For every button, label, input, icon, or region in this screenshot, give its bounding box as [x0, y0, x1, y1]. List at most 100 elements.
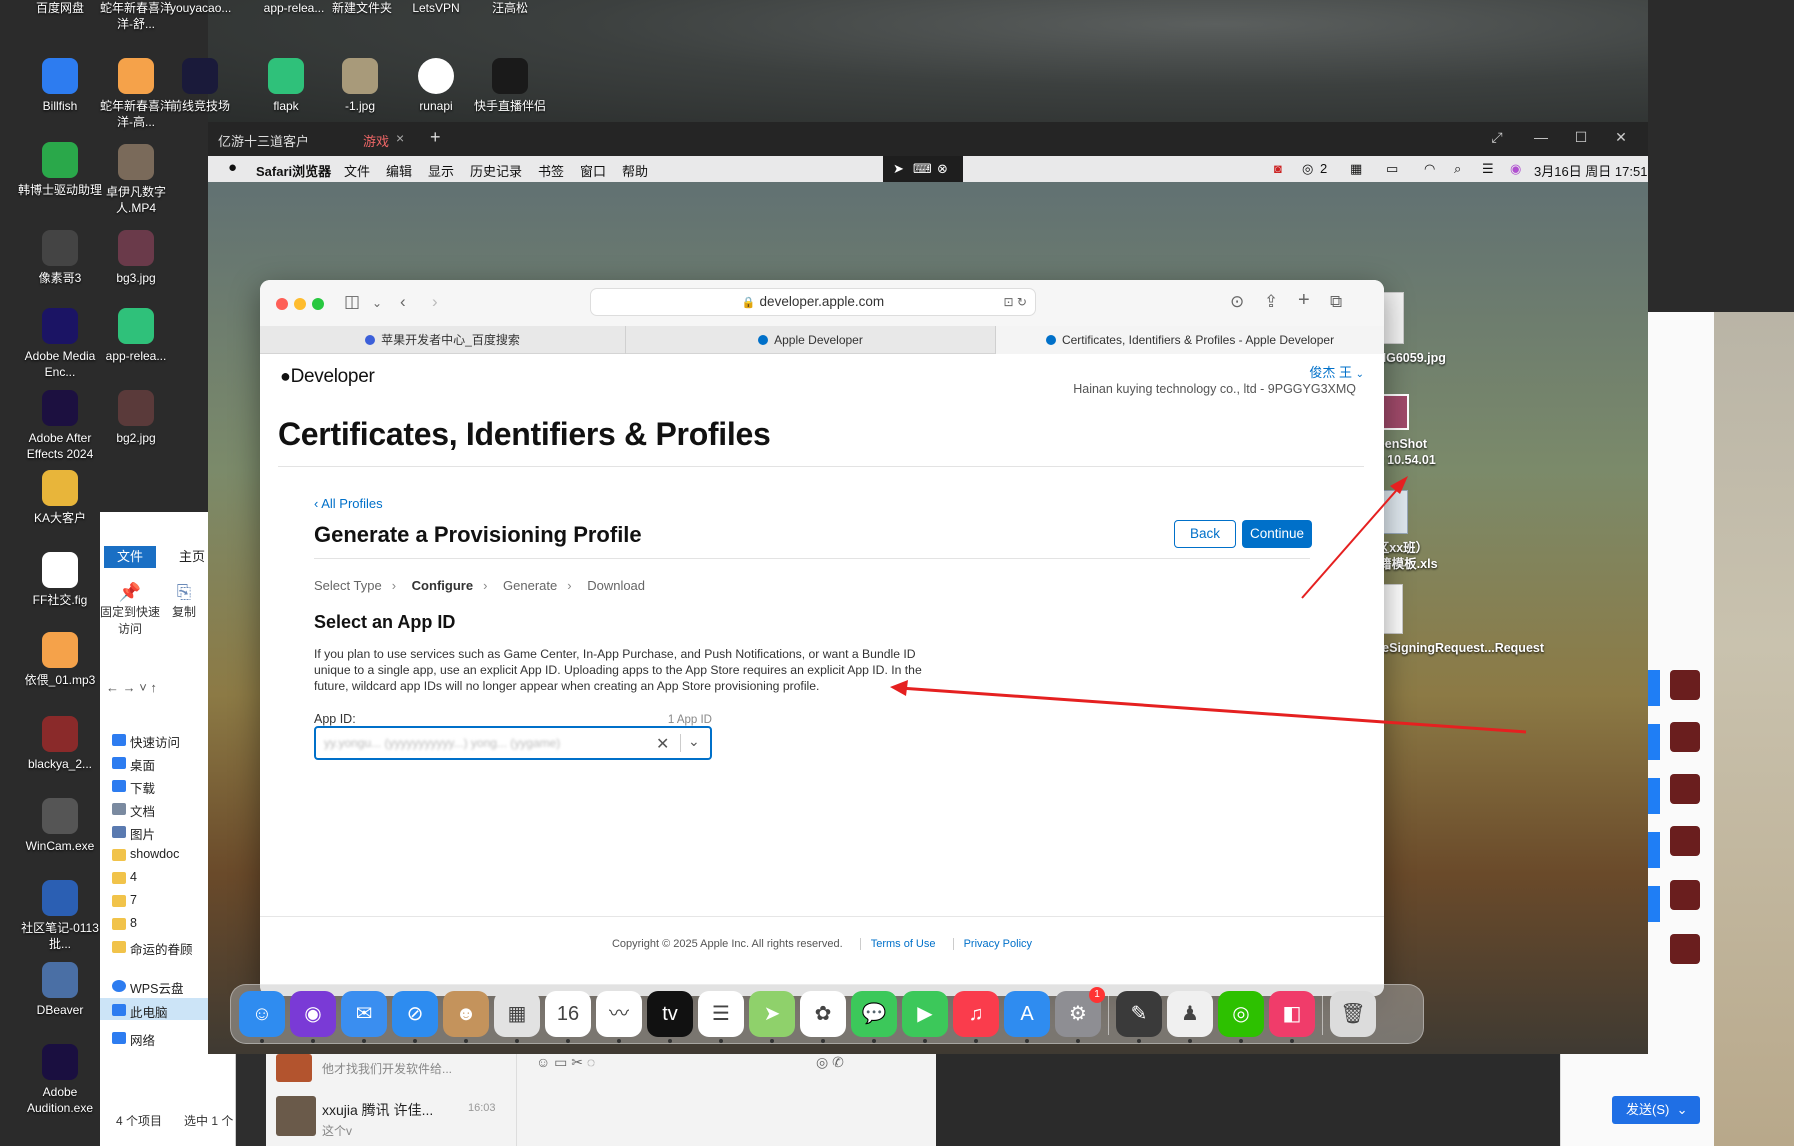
avatar[interactable]: [276, 1096, 316, 1136]
dock-facetime-icon[interactable]: ▶: [902, 991, 948, 1037]
dock-maps-icon[interactable]: ➤: [749, 991, 795, 1037]
desktop-icon[interactable]: -1.jpg: [318, 58, 402, 114]
dock-calendar-icon[interactable]: 16: [545, 991, 591, 1037]
nav-pictures[interactable]: 图片: [130, 824, 155, 843]
address-bar[interactable]: 🔒 developer.apple.com ⊡ ↻: [590, 288, 1036, 316]
dock-finder-icon[interactable]: ☺: [239, 991, 285, 1037]
continue-button[interactable]: Continue: [1242, 520, 1312, 548]
translate-reload-icons[interactable]: ⊡ ↻: [1004, 289, 1027, 315]
nav-folder[interactable]: showdoc: [130, 847, 179, 861]
tab-certificates[interactable]: Certificates, Identifiers & Profiles - A…: [996, 326, 1384, 354]
download-icon[interactable]: ⊙: [1230, 292, 1244, 312]
keyboard-icon[interactable]: ⌨: [913, 161, 932, 177]
avatar[interactable]: [276, 1054, 312, 1082]
keyboard-icon[interactable]: ▦: [1350, 161, 1362, 177]
avatar[interactable]: [1670, 774, 1700, 804]
desktop-icon[interactable]: Billfish: [18, 58, 102, 114]
desktop-icon[interactable]: 汪高松: [468, 0, 552, 16]
nav-wps-cloud[interactable]: WPS云盘: [130, 978, 183, 997]
chevron-down-icon[interactable]: ⌄: [1673, 1102, 1688, 1117]
desktop-icon[interactable]: 快手直播伴侣: [468, 58, 552, 114]
dock-trash-icon[interactable]: 🗑: [1330, 991, 1376, 1037]
tab-apple-developer[interactable]: Apple Developer: [626, 326, 996, 354]
desktop-icon[interactable]: bg2.jpg: [94, 390, 178, 446]
desktop-icon[interactable]: KA大客户: [18, 470, 102, 526]
menu-item[interactable]: 历史记录: [470, 161, 522, 180]
sidebar-icon[interactable]: ◫: [344, 292, 360, 312]
contact-name[interactable]: xxujia 腾讯 许佳...: [322, 1100, 433, 1120]
dock-siri-icon[interactable]: ◉: [290, 991, 336, 1037]
cursor-icon[interactable]: ➤: [893, 161, 904, 177]
menu-item[interactable]: 编辑: [386, 161, 412, 180]
dock-wechat-icon[interactable]: ◎: [1218, 991, 1264, 1037]
close-icon[interactable]: ×: [396, 130, 404, 146]
desktop-icon[interactable]: WinCam.exe: [18, 798, 102, 854]
desktop-icon[interactable]: 卓伊凡数字人.MP4: [94, 144, 178, 216]
dock-appletv-icon[interactable]: tv: [647, 991, 693, 1037]
call-icon[interactable]: ◎ ✆: [816, 1054, 844, 1071]
all-profiles-link[interactable]: ‹ All Profiles: [314, 496, 383, 511]
copy-button[interactable]: ⎘ 复制: [164, 582, 204, 620]
minimize-icon[interactable]: —: [1530, 129, 1552, 145]
chevron-down-icon[interactable]: ⌄: [688, 733, 700, 750]
dock-tuxedo-icon[interactable]: ♟: [1167, 991, 1213, 1037]
desktop-icon[interactable]: 韩博士驱动助理: [18, 142, 102, 198]
wechat-status-icon[interactable]: ◎: [1302, 161, 1313, 177]
user-menu[interactable]: 俊杰 王 ⌄: [1309, 362, 1364, 381]
back-arrow-icon[interactable]: ‹: [400, 292, 406, 312]
dock-freeform-icon[interactable]: 〰: [596, 991, 642, 1037]
clear-icon[interactable]: ✕: [656, 734, 669, 754]
tab-overview-icon[interactable]: ⧉: [1330, 292, 1342, 312]
nav-downloads[interactable]: 下载: [130, 778, 155, 797]
menubar-datetime[interactable]: 3月16日 周日 17:51: [1534, 161, 1647, 180]
avatar[interactable]: [1670, 934, 1700, 964]
tab-baidu-search[interactable]: 苹果开发者中心_百度搜索: [260, 326, 626, 354]
desktop-icon[interactable]: 像素哥3: [18, 230, 102, 286]
avatar[interactable]: [1670, 880, 1700, 910]
desktop-icon[interactable]: blackya_2...: [18, 716, 102, 772]
desktop-icon[interactable]: 蛇年新春喜洋洋-高...: [94, 58, 178, 130]
desktop-icon[interactable]: 蛇年新春喜洋洋-舒...: [94, 0, 178, 32]
share-icon[interactable]: ⇪: [1264, 292, 1278, 312]
apple-menu-icon[interactable]: ●: [228, 159, 237, 176]
desktop-icon[interactable]: FF社交.fig: [18, 552, 102, 608]
nav-documents[interactable]: 文档: [130, 801, 155, 820]
wifi-icon[interactable]: ◠: [1424, 161, 1435, 177]
nav-desktop[interactable]: 桌面: [130, 755, 155, 774]
menu-item[interactable]: 文件: [344, 161, 370, 180]
vm-title[interactable]: 亿游十三道客户: [218, 131, 309, 150]
emoji-icon[interactable]: ☺ ▭ ✂ ◌: [536, 1054, 595, 1071]
close-icon[interactable]: ⊗: [937, 161, 948, 177]
nav-quick-access[interactable]: 快速访问: [130, 732, 180, 751]
dock-photos-icon[interactable]: ✿: [800, 991, 846, 1037]
nav-this-pc[interactable]: 此电脑: [130, 1002, 168, 1021]
search-icon[interactable]: ⌕: [1454, 161, 1461, 177]
app-status-icon[interactable]: ◙: [1274, 161, 1282, 176]
desktop-icon[interactable]: youyacao...: [170, 0, 231, 16]
desktop-icon[interactable]: 新建文件夹: [320, 0, 404, 16]
desktop-icon[interactable]: Adobe Media Enc...: [18, 308, 102, 380]
chevron-down-icon[interactable]: ⌄: [372, 296, 382, 310]
new-tab-icon[interactable]: +: [1298, 289, 1310, 312]
app-id-select[interactable]: yy.yongu... (yyyyyyyyyyy...) yong... (yy…: [314, 726, 712, 760]
vm-tab-game[interactable]: 游戏: [363, 131, 389, 150]
dock-appstore-icon[interactable]: A: [1004, 991, 1050, 1037]
control-center-icon[interactable]: ☰: [1482, 161, 1494, 177]
dock-messages-icon[interactable]: 💬: [851, 991, 897, 1037]
close-icon[interactable]: ✕: [1610, 129, 1632, 146]
desktop-icon[interactable]: 社区笔记-0113批...: [18, 880, 102, 952]
nav-network[interactable]: 网络: [130, 1030, 155, 1049]
desktop-icon[interactable]: 依偎_01.mp3: [18, 632, 102, 688]
nav-arrows[interactable]: ← → ˅ ↑: [106, 680, 157, 695]
siri-icon[interactable]: ◉: [1510, 161, 1521, 177]
pin-quick-access-button[interactable]: 📌 固定到快速访问: [100, 582, 160, 637]
dock-music-icon[interactable]: ♫: [953, 991, 999, 1037]
menu-item[interactable]: 显示: [428, 161, 454, 180]
desktop-icon[interactable]: flapk: [244, 58, 328, 114]
desktop-icon[interactable]: app-relea...: [94, 308, 178, 364]
menu-app[interactable]: Safari浏览器: [256, 161, 331, 180]
menu-item[interactable]: 帮助: [622, 161, 648, 180]
nav-folder[interactable]: 8: [130, 916, 137, 930]
desktop-icon[interactable]: runapi: [394, 58, 478, 114]
desktop-icon[interactable]: Adobe Audition.exe: [18, 1044, 102, 1116]
